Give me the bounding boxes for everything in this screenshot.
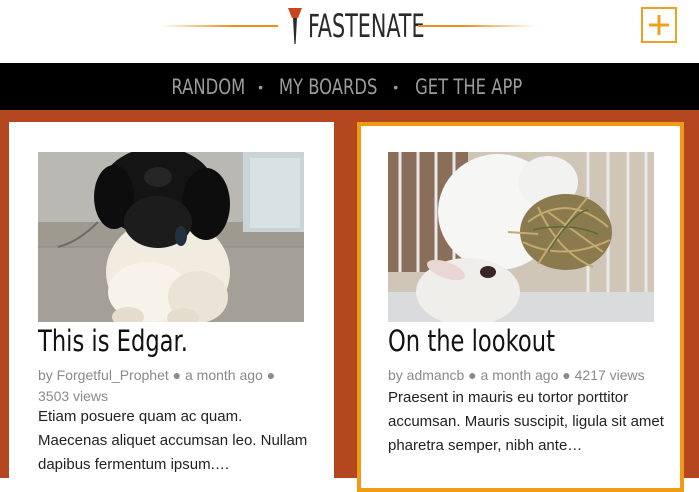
post-meta: by admancb ● a month ago ● 4217 views <box>388 365 678 386</box>
plus-icon <box>649 15 669 35</box>
nav-my-boards[interactable]: MY BOARDS <box>279 75 377 99</box>
post-views: 4217 views <box>574 367 645 383</box>
post-description: Etiam posuere quam ac quam. Maecenas ali… <box>38 408 308 473</box>
meta-dot: ● <box>562 367 575 383</box>
post-card[interactable]: This is Edgar. by Forgetful_Prophet ● a … <box>9 122 334 492</box>
nav-separator: • <box>258 78 264 95</box>
nav-separator: • <box>393 78 399 95</box>
logo-decoration-left <box>160 25 278 27</box>
card-grid: This is Edgar. by Forgetful_Prophet ● a … <box>0 110 699 492</box>
post-author[interactable]: by Forgetful_Prophet <box>38 367 169 383</box>
post-meta: by Forgetful_Prophet ● a month ago ● 350… <box>38 365 288 407</box>
post-title[interactable]: This is Edgar. <box>38 322 264 360</box>
nav-get-the-app[interactable]: GET THE APP <box>415 75 522 99</box>
post-description: Praesent in mauris eu tortor porttitor a… <box>388 389 664 454</box>
logo-text: FASTENATE <box>308 7 425 45</box>
meta-dot: ● <box>468 367 481 383</box>
post-author[interactable]: by admancb <box>388 367 464 383</box>
post-image-puppy[interactable] <box>38 152 304 322</box>
logo-nail-icon <box>288 6 302 46</box>
post-title[interactable]: On the lookout <box>388 322 614 360</box>
site-header: FASTENATE <box>0 0 699 63</box>
logo-decoration-right <box>418 25 536 27</box>
main-nav: RANDOM • MY BOARDS • GET THE APP <box>0 63 699 110</box>
add-button[interactable] <box>641 7 677 43</box>
post-time: a month ago <box>185 367 263 383</box>
post-views: 3503 views <box>38 388 109 404</box>
meta-dot: ● <box>172 367 185 383</box>
meta-dot: ● <box>266 367 276 383</box>
post-time: a month ago <box>480 367 559 383</box>
nav-random[interactable]: RANDOM <box>172 75 246 99</box>
post-image-rabbit[interactable] <box>388 152 654 322</box>
post-card-selected[interactable]: On the lookout by admancb ● a month ago … <box>357 122 684 492</box>
